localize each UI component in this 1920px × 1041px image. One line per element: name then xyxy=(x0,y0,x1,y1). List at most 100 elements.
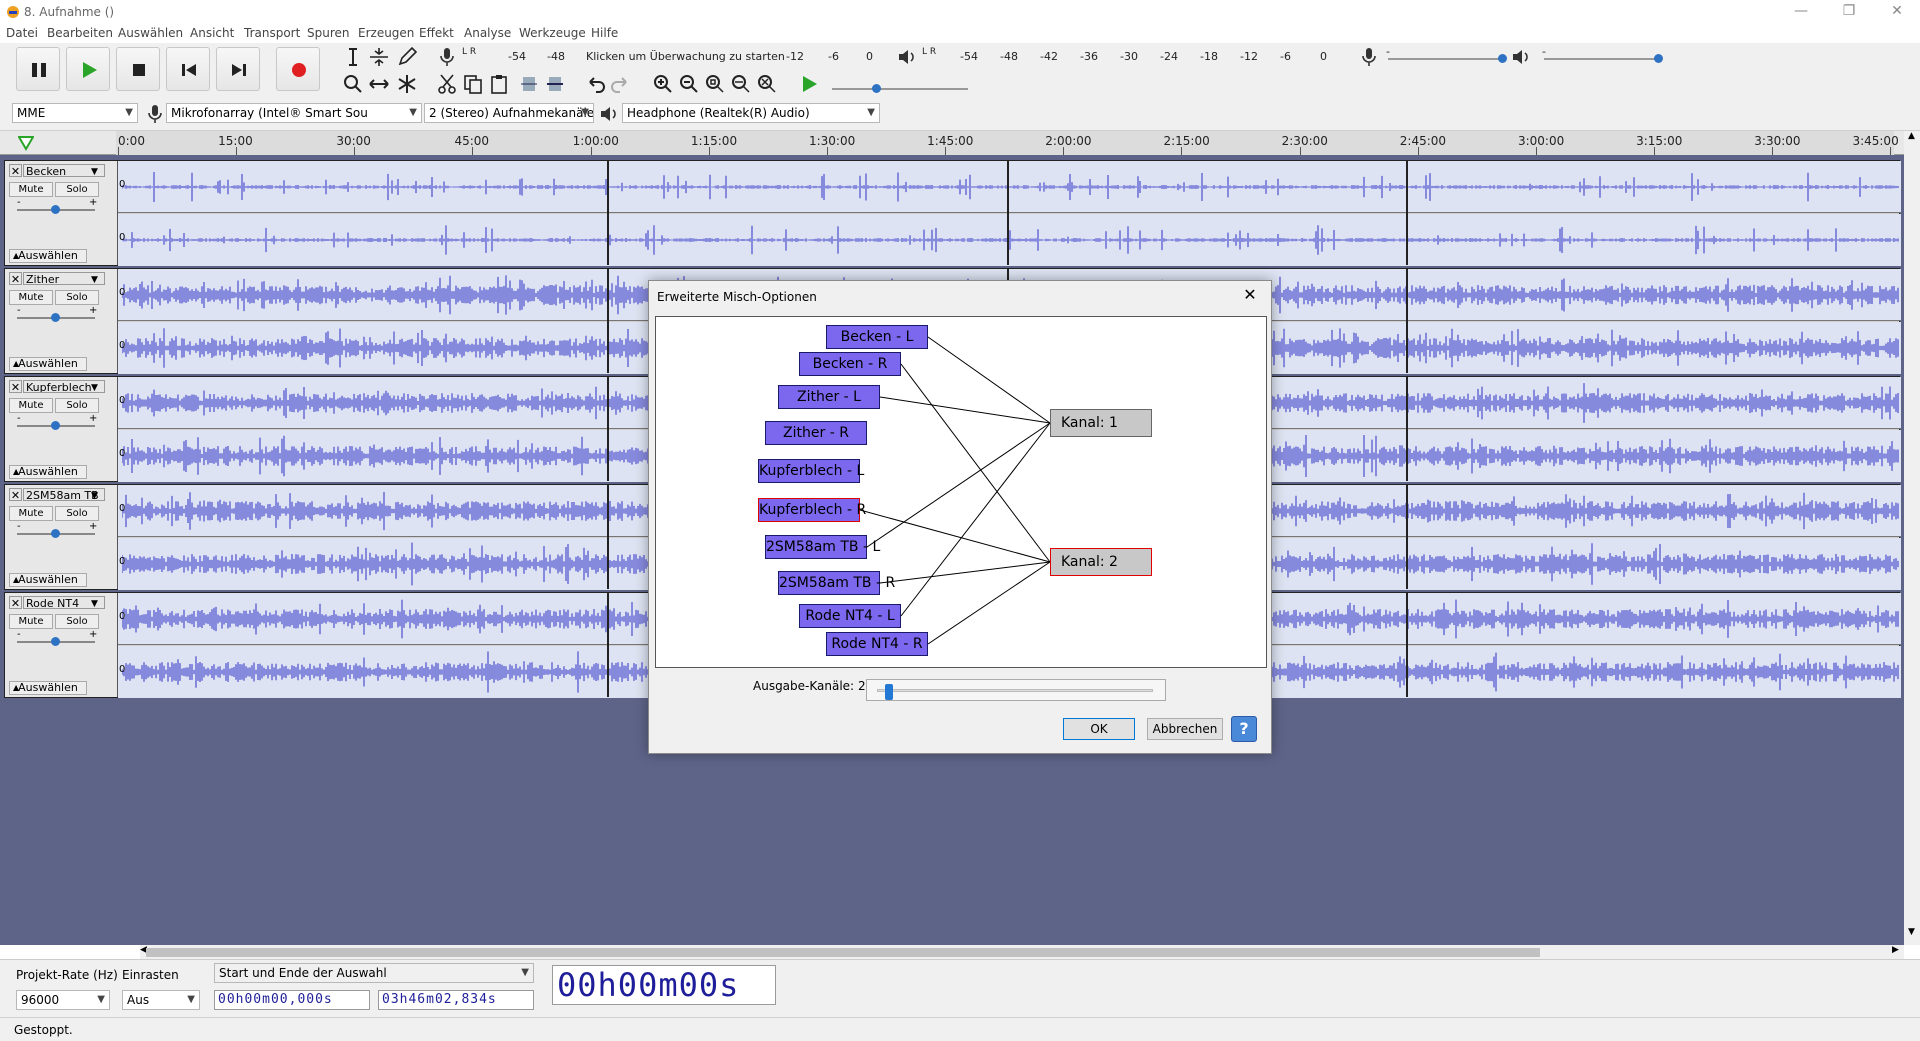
chevron-down-icon[interactable]: ▼ xyxy=(91,167,98,177)
vertical-scrollbar[interactable]: ▲ ▼ xyxy=(1904,131,1920,945)
stop-button[interactable] xyxy=(116,47,160,91)
play-speed-thumb[interactable] xyxy=(872,84,881,93)
mute-button[interactable]: Mute xyxy=(9,506,53,521)
menu-spuren[interactable]: Spuren xyxy=(307,25,350,41)
input-device-select[interactable]: Mikrofonarray (Intel® Smart Sou ▼ xyxy=(166,103,422,123)
scroll-down-icon[interactable]: ▼ xyxy=(1908,927,1915,937)
chevron-down-icon[interactable]: ▼ xyxy=(91,599,98,609)
horizontal-scroll-thumb[interactable] xyxy=(146,948,1540,957)
mute-button[interactable]: Mute xyxy=(9,398,53,413)
snap-select[interactable]: Aus ▼ xyxy=(122,990,200,1010)
menu-werkzeuge[interactable]: Werkzeuge xyxy=(519,25,586,41)
track-select-button[interactable]: ▲ Auswählen xyxy=(9,357,87,371)
selection-start-time[interactable]: 00h00m00,000s xyxy=(214,990,370,1010)
menu-transport[interactable]: Transport xyxy=(244,25,300,41)
track-close-button[interactable]: ✕ xyxy=(9,272,22,286)
pin-playhead-icon[interactable] xyxy=(18,135,34,151)
mute-button[interactable]: Mute xyxy=(9,182,53,197)
zoom-out-button[interactable] xyxy=(678,73,702,97)
solo-button[interactable]: Solo xyxy=(55,506,99,521)
channels-select[interactable]: 2 (Stereo) Aufnahmekanäle ▼ xyxy=(424,103,594,123)
pause-button[interactable] xyxy=(16,47,60,91)
source-2sm58-l[interactable]: 2SM58am TB - L xyxy=(765,535,880,559)
destination-kanal-2[interactable]: Kanal: 2 xyxy=(1050,548,1152,576)
cut-button[interactable] xyxy=(436,73,460,97)
track-select-button[interactable]: ▲ Auswählen xyxy=(9,573,87,587)
silence-button[interactable] xyxy=(544,73,568,97)
mute-button[interactable]: Mute xyxy=(9,614,53,629)
track-close-button[interactable]: ✕ xyxy=(9,380,22,394)
play-speed-slider[interactable] xyxy=(832,88,968,90)
play-volume-thumb[interactable] xyxy=(1654,54,1663,63)
project-rate-select[interactable]: 96000 ▼ xyxy=(16,990,110,1010)
gain-slider-thumb[interactable] xyxy=(51,421,60,430)
solo-button[interactable]: Solo xyxy=(55,614,99,629)
mute-button[interactable]: Mute xyxy=(9,290,53,305)
zoom-in-button[interactable] xyxy=(652,73,676,97)
track-select-button[interactable]: ▲ Auswählen xyxy=(9,465,87,479)
skip-start-button[interactable] xyxy=(166,47,210,91)
minimize-button[interactable]: — xyxy=(1778,0,1824,25)
cancel-button[interactable]: Abbrechen xyxy=(1147,718,1223,740)
fit-project-button[interactable] xyxy=(730,73,754,97)
solo-button[interactable]: Solo xyxy=(55,398,99,413)
source-rode-r[interactable]: Rode NT4 - R xyxy=(826,632,928,656)
timeline-ruler[interactable]: 0:00 15:00 30:00 45:00 1:00:00 1:15:00 1:30:00… xyxy=(116,131,1899,155)
chevron-down-icon[interactable]: ▼ xyxy=(91,383,98,393)
scroll-up-icon[interactable]: ▲ xyxy=(1908,131,1915,141)
draw-tool[interactable] xyxy=(396,46,420,70)
record-volume-thumb[interactable] xyxy=(1498,54,1507,63)
play-volume-slider[interactable] xyxy=(1544,58,1662,60)
chevron-down-icon[interactable]: ▼ xyxy=(91,491,98,501)
zoom-tool[interactable] xyxy=(342,73,366,97)
play-meter-icon[interactable] xyxy=(896,46,920,70)
solo-button[interactable]: Solo xyxy=(55,290,99,305)
slider-thumb[interactable] xyxy=(885,684,894,700)
record-meter-icon[interactable] xyxy=(436,46,460,70)
destination-kanal-1[interactable]: Kanal: 1 xyxy=(1050,409,1152,437)
menu-erzeugen[interactable]: Erzeugen xyxy=(358,25,414,41)
menu-ansicht[interactable]: Ansicht xyxy=(190,25,234,41)
gain-slider-thumb[interactable] xyxy=(51,529,60,538)
track-close-button[interactable]: ✕ xyxy=(9,488,22,502)
play-at-speed-button[interactable] xyxy=(798,73,822,97)
redo-button[interactable] xyxy=(610,73,634,97)
source-zither-r[interactable]: Zither - R xyxy=(765,421,867,445)
paste-button[interactable] xyxy=(488,73,512,97)
record-volume-slider[interactable] xyxy=(1388,58,1506,60)
trim-button[interactable] xyxy=(518,73,542,97)
source-becken-r[interactable]: Becken - R xyxy=(799,352,901,376)
selection-end-time[interactable]: 03h46m02,834s xyxy=(378,990,534,1010)
time-shift-tool[interactable] xyxy=(368,73,392,97)
gain-slider-thumb[interactable] xyxy=(51,313,60,322)
audio-host-select[interactable]: MME ▼ xyxy=(12,103,138,123)
menu-effekt[interactable]: Effekt xyxy=(419,25,454,41)
record-meter-prompt[interactable]: Klicken um Überwachung zu starten xyxy=(586,50,785,63)
zoom-toggle-button[interactable] xyxy=(756,73,780,97)
scroll-right-icon[interactable]: ▶ xyxy=(1892,945,1899,955)
undo-button[interactable] xyxy=(584,73,608,97)
output-channels-slider[interactable] xyxy=(866,679,1166,701)
play-meter-scale[interactable]: -54 -48 -42 -36 -30 -24 -18 -12 -6 0 xyxy=(960,50,1340,64)
source-becken-l[interactable]: Becken - L xyxy=(826,325,928,349)
close-window-button[interactable]: ✕ xyxy=(1874,0,1920,25)
left-channel[interactable]: 0 xyxy=(118,161,1901,213)
skip-end-button[interactable] xyxy=(216,47,260,91)
menu-analyse[interactable]: Analyse xyxy=(464,25,511,41)
help-button[interactable]: ? xyxy=(1231,716,1257,742)
output-device-select[interactable]: Headphone (Realtek(R) Audio) ▼ xyxy=(622,103,880,123)
track-select-button[interactable]: ▲ Auswählen xyxy=(9,681,87,695)
dialog-close-button[interactable]: ✕ xyxy=(1235,284,1265,306)
copy-button[interactable] xyxy=(462,73,486,97)
play-button[interactable] xyxy=(66,47,110,91)
envelope-tool[interactable] xyxy=(368,46,392,70)
mix-matrix-canvas[interactable]: Becken - L Becken - R Zither - L Zither … xyxy=(655,316,1267,668)
menu-datei[interactable]: Datei xyxy=(6,25,38,41)
source-kupferblech-r[interactable]: Kupferblech - R xyxy=(758,498,866,522)
ok-button[interactable]: OK xyxy=(1063,718,1135,740)
source-zither-l[interactable]: Zither - L xyxy=(778,385,880,409)
menu-auswaehlen[interactable]: Auswählen xyxy=(118,25,183,41)
menu-bearbeiten[interactable]: Bearbeiten xyxy=(47,25,113,41)
gain-slider-thumb[interactable] xyxy=(51,205,60,214)
source-rode-l[interactable]: Rode NT4 - L xyxy=(799,604,901,628)
